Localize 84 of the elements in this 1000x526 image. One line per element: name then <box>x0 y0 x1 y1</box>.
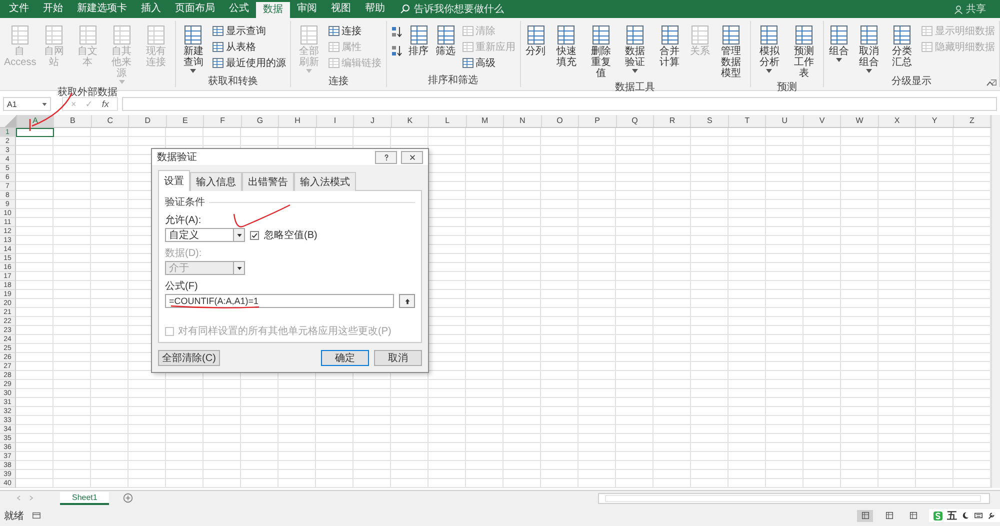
column-header[interactable]: V <box>804 115 842 127</box>
ribbon-button[interactable]: 取消组合 <box>853 23 886 74</box>
group-label: 分级显示 <box>892 75 932 88</box>
column-header[interactable]: L <box>429 115 467 127</box>
ribbon-tab[interactable]: 帮助 <box>358 0 392 18</box>
field-label: 允许(A): <box>165 214 202 227</box>
column-header[interactable]: K <box>392 115 430 127</box>
group-label: 获取外部数据 <box>57 86 118 99</box>
ribbon-button[interactable]: 显示查询 <box>210 23 288 38</box>
ribbon-button[interactable]: 组合 <box>826 23 852 74</box>
ribbon-button[interactable]: 模拟分析 <box>752 23 786 80</box>
ribbon-button[interactable]: 最近使用的源 <box>210 55 288 70</box>
field-label: 公式(F) <box>165 280 199 293</box>
ribbon-button[interactable]: 管理数据模型 <box>714 23 748 80</box>
ribbon-button[interactable]: 分列 <box>522 23 549 80</box>
dialog-tab[interactable]: 输入信息 <box>190 172 242 191</box>
ribbon-button[interactable]: 删除重复值 <box>584 23 618 80</box>
allow-dropdown[interactable]: 自定义 <box>165 228 245 242</box>
column-header[interactable]: G <box>242 115 280 127</box>
ribbon-tab[interactable]: 页面布局 <box>168 0 222 18</box>
column-header[interactable]: X <box>878 115 916 127</box>
name-box[interactable]: A1 <box>3 97 51 111</box>
group-label: 数据工具 <box>615 81 656 94</box>
status-text: 就绪 <box>4 510 24 522</box>
ribbon-button[interactable]: 高级 <box>460 55 518 70</box>
ribbon-button[interactable]: 排序 <box>406 23 432 73</box>
insert-function-button[interactable]: fx <box>102 99 109 109</box>
ribbon-button[interactable]: 快速填充 <box>550 23 584 80</box>
ribbon-tab[interactable]: 数据 <box>256 2 290 18</box>
dialog-button[interactable]: 确定 <box>321 350 369 366</box>
column-header[interactable]: O <box>542 115 580 127</box>
column-header[interactable]: W <box>841 115 879 127</box>
ribbon-tab[interactable]: 文件 <box>2 0 36 18</box>
checkbox-label: 对有同样设置的所有其他单元格应用这些更改(P) <box>178 324 392 338</box>
column-header[interactable]: D <box>129 115 167 127</box>
sheet-tab[interactable]: Sheet1 <box>60 492 110 504</box>
ribbon-tab[interactable]: 开始 <box>36 0 70 18</box>
ribbon-button[interactable]: 预测工作表 <box>787 23 822 80</box>
column-header[interactable]: I <box>316 115 354 127</box>
ribbon-button[interactable]: 连接 <box>326 23 384 38</box>
group-label: 获取和转换 <box>208 74 258 88</box>
ribbon-tab[interactable]: 新建选项卡 <box>70 0 134 18</box>
ribbon-button[interactable]: 新建查询 <box>178 23 209 74</box>
column-header[interactable]: S <box>691 115 729 127</box>
column-header[interactable]: Y <box>916 115 954 127</box>
checkbox-label: 忽略空值(B) <box>264 228 318 242</box>
dialog-tab[interactable]: 出错警告 <box>242 172 294 191</box>
dialog-tab[interactable]: 输入法模式 <box>294 172 356 191</box>
dialog-button[interactable]: 取消 <box>374 350 422 366</box>
ribbon-button[interactable]: 合并计算 <box>652 23 686 80</box>
column-header[interactable]: E <box>166 115 204 127</box>
ribbon-button[interactable]: 筛选 <box>432 23 459 73</box>
group-label: 连接 <box>328 74 348 88</box>
dialog-tab[interactable]: 设置 <box>158 170 190 191</box>
column-header[interactable]: N <box>504 115 542 127</box>
ribbon-button[interactable]: 分类汇总 <box>886 23 918 74</box>
ribbon-tab[interactable]: 公式 <box>222 0 256 18</box>
column-header[interactable]: Q <box>616 115 654 127</box>
ribbon-tab[interactable]: 插入 <box>134 0 168 18</box>
section-heading: 验证条件 <box>165 196 205 209</box>
column-header[interactable]: C <box>92 115 130 127</box>
group-label: 排序和筛选 <box>428 74 478 87</box>
dialog-button[interactable]: 全部清除(C) <box>158 350 220 366</box>
column-header[interactable]: A <box>17 115 54 127</box>
group-label: 预测 <box>776 80 797 94</box>
column-header[interactable]: U <box>766 115 804 127</box>
dialog-title: 数据验证 <box>157 151 198 164</box>
column-header[interactable]: T <box>728 115 766 127</box>
tell-me-field[interactable]: 告诉我你想要做什么 <box>414 2 504 16</box>
share-button[interactable]: 共享 <box>966 2 986 16</box>
ribbon-tab[interactable]: 审阅 <box>290 0 324 18</box>
column-header[interactable]: F <box>204 115 242 127</box>
ribbon-button[interactable]: 从表格 <box>210 39 288 54</box>
column-header[interactable]: J <box>354 115 392 127</box>
column-header[interactable]: M <box>466 115 504 127</box>
column-header[interactable]: P <box>579 115 616 127</box>
formula-field[interactable]: =COUNTIF(A:A,A1)=1 <box>165 294 394 308</box>
input-mode-label[interactable]: 五 <box>947 508 957 522</box>
ribbon-button[interactable]: 数据验证 <box>618 23 652 80</box>
field-label: 数据(D): <box>165 247 203 260</box>
ribbon-tab[interactable]: 视图 <box>324 0 358 18</box>
column-header[interactable]: H <box>279 115 317 127</box>
column-header[interactable]: B <box>54 115 92 127</box>
column-header[interactable]: R <box>654 115 692 127</box>
